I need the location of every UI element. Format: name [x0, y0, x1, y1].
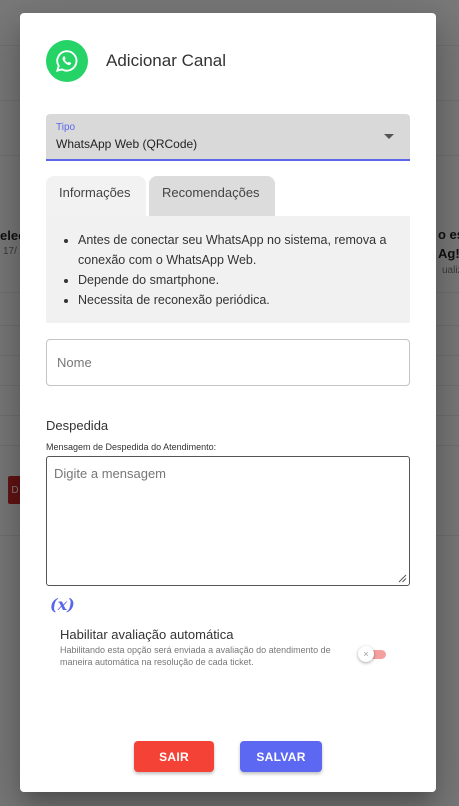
channel-type-select[interactable]: Tipo WhatsApp Web (QRCode)	[46, 114, 410, 161]
whatsapp-icon	[46, 40, 88, 82]
info-list: Antes de conectar seu WhatsApp no sistem…	[60, 230, 400, 310]
name-input[interactable]	[46, 339, 410, 386]
list-item: Depende do smartphone.	[78, 270, 400, 290]
dialog-header: Adicionar Canal	[46, 40, 226, 82]
tab-recomendacoes[interactable]: Recomendações	[149, 176, 275, 216]
close-icon: ×	[358, 646, 374, 662]
farewell-subtitle: Mensagem de Despedida do Atendimento:	[46, 442, 217, 452]
list-item: Antes de conectar seu WhatsApp no sistem…	[78, 230, 400, 270]
auto-rating-toggle[interactable]: ×	[358, 646, 388, 662]
info-panel: Antes de conectar seu WhatsApp no sistem…	[46, 216, 410, 323]
cancel-button[interactable]: SAIR	[134, 741, 214, 772]
farewell-message-input[interactable]	[46, 456, 410, 586]
add-channel-dialog: Adicionar Canal Tipo WhatsApp Web (QRCod…	[20, 13, 436, 792]
tabs: Informações Recomendações	[46, 176, 275, 216]
tab-informacoes[interactable]: Informações	[46, 176, 146, 216]
save-button[interactable]: SALVAR	[240, 741, 322, 772]
auto-rating-title: Habilitar avaliação automática	[60, 627, 234, 642]
farewell-title: Despedida	[46, 418, 109, 433]
select-value: WhatsApp Web (QRCode)	[56, 137, 198, 151]
resize-handle-icon[interactable]	[397, 573, 407, 583]
select-label: Tipo	[56, 122, 76, 133]
caret-down-icon	[384, 134, 394, 139]
dialog-title: Adicionar Canal	[106, 51, 227, 70]
list-item: Necessita de reconexão periódica.	[78, 290, 400, 310]
auto-rating-description: Habilitando esta opção será enviada a av…	[60, 645, 331, 667]
insert-variable-button[interactable]: (x)	[50, 595, 75, 614]
